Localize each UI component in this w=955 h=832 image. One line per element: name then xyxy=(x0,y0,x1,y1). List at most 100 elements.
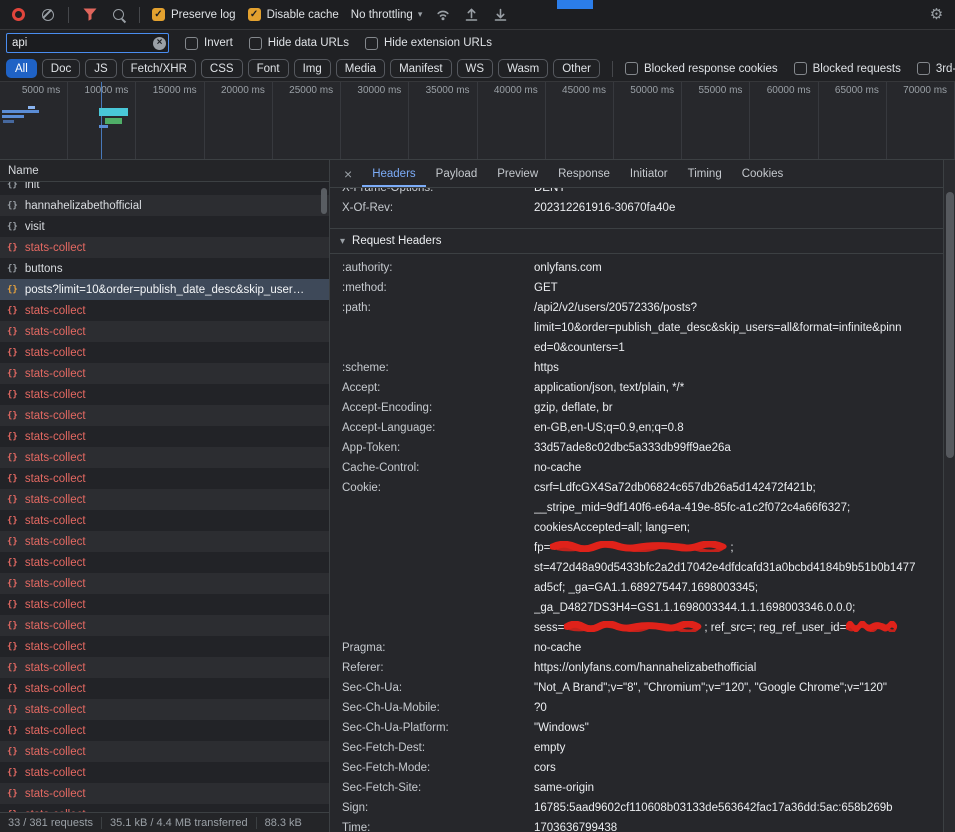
header-name: Accept: xyxy=(342,378,534,398)
request-row[interactable]: {}stats-collect xyxy=(0,636,329,657)
request-row[interactable]: {}posts?limit=10&order=publish_date_desc… xyxy=(0,279,329,300)
overview-column: 5000 ms xyxy=(0,82,68,159)
settings-button[interactable]: ⚙ xyxy=(928,6,945,23)
header-row: Sec-Ch-Ua-Platform:"Windows" xyxy=(330,718,943,738)
request-row[interactable]: {}stats-collect xyxy=(0,405,329,426)
record-button[interactable] xyxy=(10,6,27,23)
request-row[interactable]: {}stats-collect xyxy=(0,699,329,720)
clear-filter-icon[interactable]: × xyxy=(153,37,166,50)
request-row[interactable]: {}stats-collect xyxy=(0,678,329,699)
header-value: csrf=LdfcGX4Sa72db06824c657db26a5d142472… xyxy=(534,478,943,638)
request-row[interactable]: {}init xyxy=(0,182,329,195)
resources-size: 88.3 kB xyxy=(256,817,310,829)
tab-initiator[interactable]: Initiator xyxy=(620,160,678,187)
overview-column: 45000 ms xyxy=(546,82,614,159)
request-row[interactable]: {}stats-collect xyxy=(0,552,329,573)
disable-cache-checkbox[interactable]: ✓ Disable cache xyxy=(248,8,339,21)
filter-input[interactable] xyxy=(6,33,169,53)
preserve-log-checkbox[interactable]: ✓ Preserve log xyxy=(152,8,236,21)
request-row[interactable]: {}stats-collect xyxy=(0,384,329,405)
request-row[interactable]: {}stats-collect xyxy=(0,720,329,741)
request-row[interactable]: {}stats-collect xyxy=(0,489,329,510)
overview-column: 35000 ms xyxy=(409,82,477,159)
overview-column: 40000 ms xyxy=(478,82,546,159)
request-row[interactable]: {}stats-collect xyxy=(0,615,329,636)
request-row[interactable]: {}stats-collect xyxy=(0,510,329,531)
filter-chip-ws[interactable]: WS xyxy=(457,59,494,78)
request-row[interactable]: {}stats-collect xyxy=(0,468,329,489)
filter-chip-manifest[interactable]: Manifest xyxy=(390,59,451,78)
request-headers-section[interactable]: ▾ Request Headers xyxy=(330,228,943,254)
scrollbar-thumb[interactable] xyxy=(321,188,327,214)
request-row[interactable]: {}hannahelizabethofficial xyxy=(0,195,329,216)
filter-chip-doc[interactable]: Doc xyxy=(42,59,80,78)
request-row[interactable]: {}stats-collect xyxy=(0,363,329,384)
request-row[interactable]: {}stats-collect xyxy=(0,804,329,812)
tab-payload[interactable]: Payload xyxy=(426,160,488,187)
type-filter-bar: All Doc JS Fetch/XHR CSS Font Img Media Manifest… xyxy=(0,56,955,82)
tab-preview[interactable]: Preview xyxy=(487,160,548,187)
request-list-scrollbar[interactable] xyxy=(319,182,329,812)
request-name: stats-collect xyxy=(25,704,86,716)
request-row[interactable]: {}visit xyxy=(0,216,329,237)
filter-funnel-icon xyxy=(83,8,97,21)
throttling-select[interactable]: No throttling ▾ xyxy=(351,9,423,21)
filter-chip-fetch-xhr[interactable]: Fetch/XHR xyxy=(122,59,196,78)
request-row[interactable]: {}stats-collect xyxy=(0,531,329,552)
request-row[interactable]: {}buttons xyxy=(0,258,329,279)
header-row: :scheme:https xyxy=(330,358,943,378)
filter-toggle-button[interactable] xyxy=(81,6,98,23)
request-row[interactable]: {}stats-collect xyxy=(0,594,329,615)
request-row[interactable]: {}stats-collect xyxy=(0,741,329,762)
filter-chip-font[interactable]: Font xyxy=(248,59,289,78)
tab-timing[interactable]: Timing xyxy=(678,160,732,187)
clear-network-log-button[interactable] xyxy=(39,6,56,23)
xhr-icon: {} xyxy=(7,684,18,694)
request-row[interactable]: {}stats-collect xyxy=(0,321,329,342)
tab-response[interactable]: Response xyxy=(548,160,620,187)
close-details-button[interactable]: × xyxy=(334,160,362,187)
hide-extension-urls-checkbox[interactable]: Hide extension URLs xyxy=(365,37,492,50)
tab-cookies[interactable]: Cookies xyxy=(732,160,794,187)
search-button[interactable] xyxy=(110,6,127,23)
filter-chip-img[interactable]: Img xyxy=(294,59,331,78)
import-har-button[interactable] xyxy=(463,6,480,23)
export-har-button[interactable] xyxy=(492,6,509,23)
filter-chip-js[interactable]: JS xyxy=(85,59,116,78)
header-value: 33d57ade8c02dbc5a333db99ff9ae26a xyxy=(534,438,943,458)
request-row[interactable]: {}stats-collect xyxy=(0,762,329,783)
request-row[interactable]: {}stats-collect xyxy=(0,300,329,321)
name-column-header[interactable]: Name xyxy=(0,160,329,182)
filter-chip-css[interactable]: CSS xyxy=(201,59,243,78)
request-name: stats-collect xyxy=(25,452,86,464)
filter-checkbox-3rd-party-requests[interactable]: 3rd-party requests xyxy=(917,62,955,75)
xhr-icon: {} xyxy=(7,558,18,568)
request-row[interactable]: {}stats-collect xyxy=(0,573,329,594)
filter-checkbox-blocked-requests[interactable]: Blocked requests xyxy=(794,62,901,75)
filter-chip-other[interactable]: Other xyxy=(553,59,600,78)
request-row[interactable]: {}stats-collect xyxy=(0,783,329,804)
header-value: https://onlyfans.com/hannahelizabethoffi… xyxy=(534,658,943,678)
details-scrollbar[interactable] xyxy=(943,160,955,832)
request-row[interactable]: {}stats-collect xyxy=(0,237,329,258)
request-row[interactable]: {} stats-collect xyxy=(0,447,329,468)
tab-headers[interactable]: Headers xyxy=(362,160,425,187)
invert-checkbox[interactable]: Invert xyxy=(185,37,233,50)
xhr-icon: {} xyxy=(7,453,18,463)
xhr-icon: {} xyxy=(7,369,18,379)
filter-chip-media[interactable]: Media xyxy=(336,59,385,78)
timeline-overview[interactable]: 5000 ms10000 ms15000 ms20000 ms25000 ms3… xyxy=(0,82,955,160)
network-conditions-button[interactable] xyxy=(434,6,451,23)
hide-data-urls-checkbox[interactable]: Hide data URLs xyxy=(249,37,349,50)
header-name: X-Of-Rev: xyxy=(342,198,534,218)
scrollbar-thumb[interactable] xyxy=(946,192,954,458)
filter-checkbox-blocked-response-cookies[interactable]: Blocked response cookies xyxy=(625,62,778,75)
filter-chip-wasm[interactable]: Wasm xyxy=(498,59,548,78)
request-name: stats-collect xyxy=(25,347,86,359)
request-row[interactable]: {}stats-collect xyxy=(0,657,329,678)
request-row[interactable]: {}stats-collect xyxy=(0,426,329,447)
x-icon: × xyxy=(157,38,163,48)
filter-chip-all[interactable]: All xyxy=(6,59,37,78)
header-value-line: ad5cf; _ga=GA1.1.689275447.1698003345; xyxy=(534,578,937,598)
request-row[interactable]: {}stats-collect xyxy=(0,342,329,363)
